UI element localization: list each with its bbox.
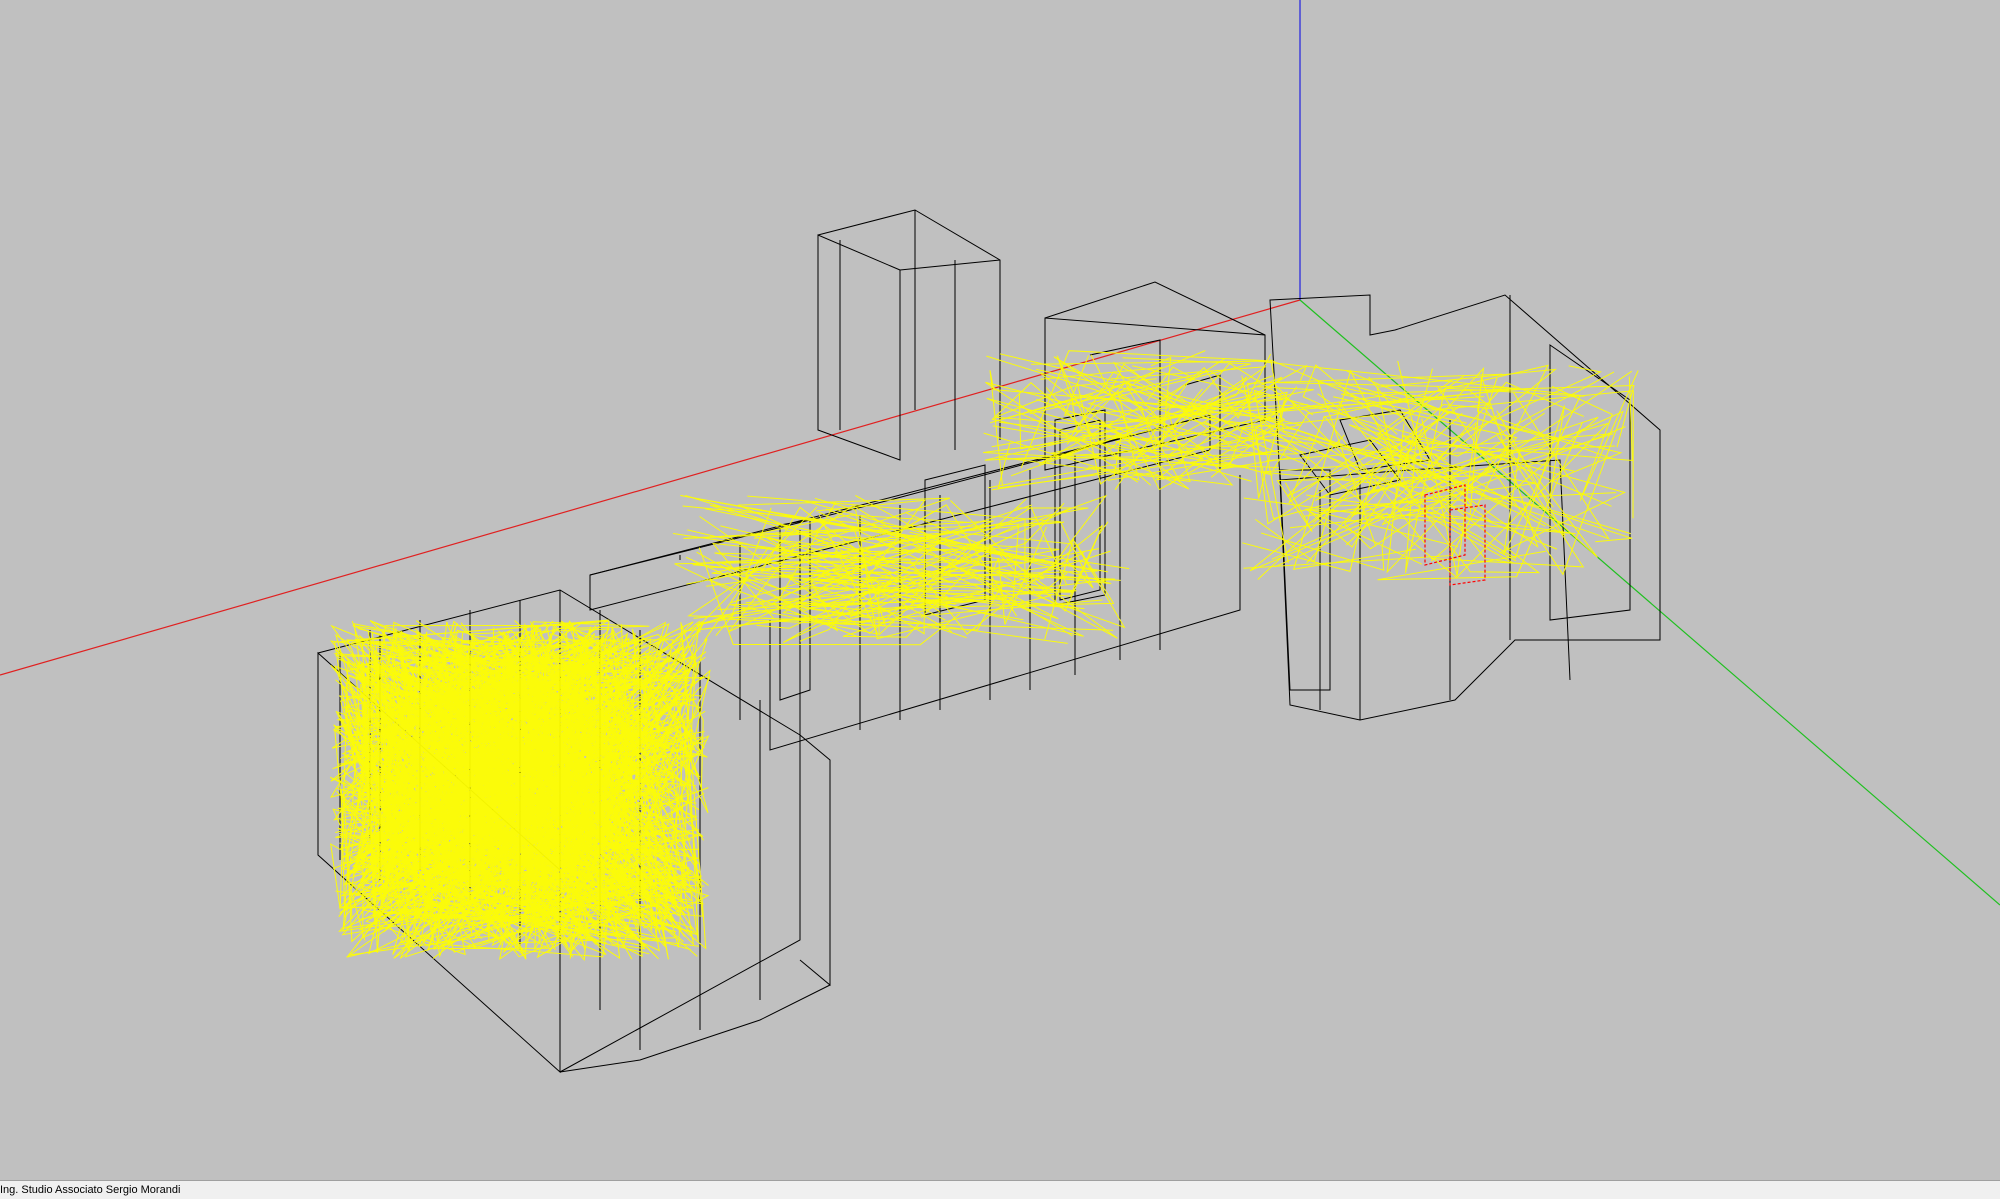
wireframe-scene: [0, 0, 2000, 1074]
status-bar: Ing. Studio Associato Sergio Morandi: [0, 1180, 2000, 1199]
ray-trace-paths: [329, 350, 1639, 962]
status-text: Ing. Studio Associato Sergio Morandi: [0, 1184, 181, 1196]
3d-viewport[interactable]: [0, 0, 2000, 1180]
